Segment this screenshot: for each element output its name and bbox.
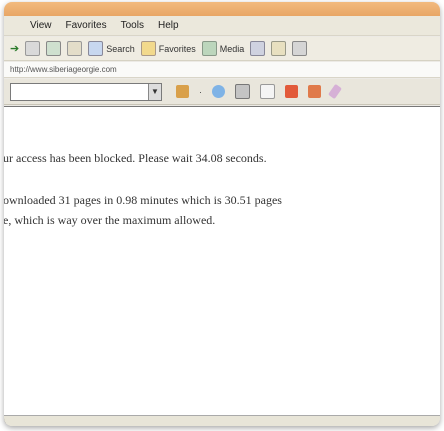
mail-icon[interactable]	[271, 41, 287, 56]
dropdown-arrow-icon[interactable]: ·	[199, 87, 202, 97]
media-button[interactable]: Media	[201, 41, 245, 56]
home-icon[interactable]	[67, 41, 83, 56]
address-bar[interactable]: http://www.siberiageorgie.com	[4, 62, 440, 78]
stop-block-icon[interactable]	[285, 85, 298, 98]
limit-exceeded-line: e, which is way over the maximum allowed…	[4, 213, 216, 227]
favorites-icon	[140, 41, 156, 56]
standard-toolbar: ➔ Search Favorites Media	[4, 37, 440, 61]
history-icon[interactable]	[250, 41, 266, 56]
menu-help[interactable]: Help	[158, 20, 179, 31]
download-stats-line: ownloaded 31 pages in 0.98 minutes which…	[4, 193, 282, 207]
flag-icon[interactable]	[308, 85, 321, 98]
menu-tools[interactable]: Tools	[121, 20, 144, 31]
page-content: ur access has been blocked. Please wait …	[4, 106, 440, 417]
media-label: Media	[219, 43, 245, 54]
forward-arrow-icon: ➔	[10, 43, 20, 55]
toolbar-icons: ·	[176, 83, 343, 100]
stop-icon[interactable]	[25, 41, 41, 56]
media-icon	[201, 41, 217, 56]
search-button[interactable]: Search	[88, 41, 135, 56]
search-label: Search	[106, 43, 135, 54]
pencil-icon[interactable]	[327, 83, 343, 100]
refresh-icon[interactable]	[46, 41, 62, 56]
settings-icon[interactable]	[212, 85, 225, 98]
blocked-message: ur access has been blocked. Please wait …	[4, 151, 267, 165]
favorites-button[interactable]: Favorites	[140, 41, 196, 56]
favorites-label: Favorites	[158, 43, 196, 54]
menu-bar: View Favorites Tools Help	[4, 16, 440, 36]
search-icon	[88, 41, 104, 56]
print-icon[interactable]	[292, 41, 308, 56]
menu-view[interactable]: View	[30, 20, 52, 31]
forward-button[interactable]: ➔	[10, 42, 19, 55]
status-bar	[4, 415, 440, 426]
title-bar	[4, 2, 440, 16]
browser-window: View Favorites Tools Help ➔ Search Favor…	[4, 2, 440, 426]
chevron-down-icon[interactable]: ▼	[148, 83, 161, 100]
page-icon[interactable]	[260, 84, 275, 99]
print-preview-icon[interactable]	[235, 84, 250, 99]
highlight-icon[interactable]	[176, 85, 189, 98]
menu-favorites[interactable]: Favorites	[66, 20, 107, 31]
toolbar-search-input[interactable]: ▼	[10, 82, 162, 101]
links-toolbar: ▼ ·	[4, 79, 440, 105]
